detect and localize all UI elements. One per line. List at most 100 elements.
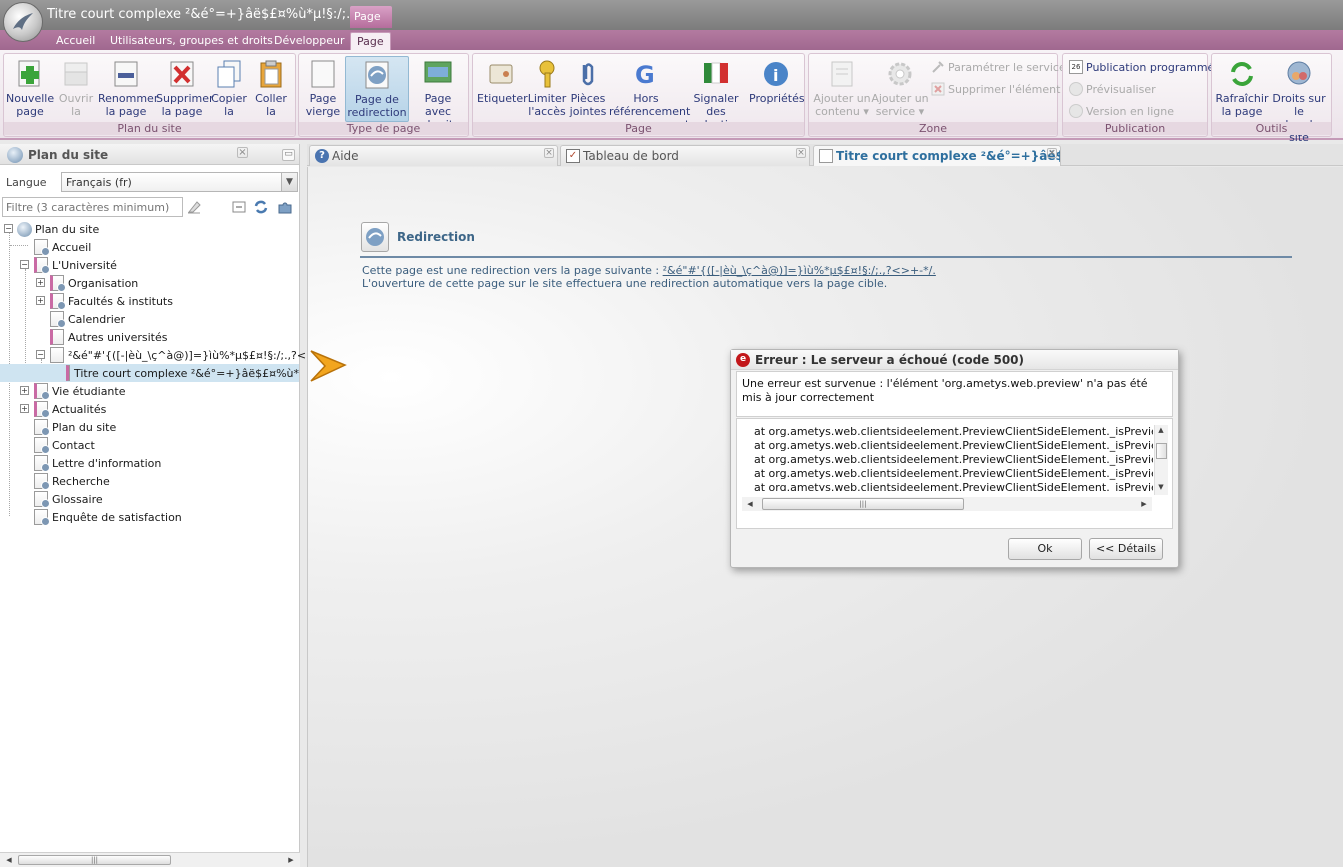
- tab-developpeur[interactable]: Développeur: [274, 32, 345, 50]
- ribbon-tabs: Accueil Utilisateurs, groupes et droits …: [0, 30, 1343, 50]
- online-version-button[interactable]: Version en ligne: [1069, 102, 1174, 120]
- delete-page-button[interactable]: Supprimer la page: [156, 56, 214, 122]
- tree-item-lettre[interactable]: Lettre d'information: [34, 454, 161, 472]
- sitemap-rights-button[interactable]: Droits sur leplan du site: [1269, 56, 1329, 144]
- expand-toggle[interactable]: +: [36, 296, 45, 305]
- tree-item-recherche[interactable]: Recherche: [34, 472, 110, 490]
- no-referencing-button[interactable]: G Hors référencement: [609, 56, 690, 122]
- group-label-plan: Plan du site: [4, 122, 295, 135]
- checkbox-icon: ✓: [566, 149, 580, 163]
- page-icon: [34, 437, 50, 454]
- refresh-page-button[interactable]: Rafraîchir la page: [1215, 56, 1269, 122]
- scroll-up-icon[interactable]: ▲: [1155, 426, 1167, 434]
- new-page-button[interactable]: Nouvelle page: [6, 56, 54, 122]
- tab-page[interactable]: Page: [350, 32, 391, 50]
- rename-page-icon: [112, 59, 140, 89]
- close-icon[interactable]: ×: [237, 147, 248, 158]
- tree-item-facultes[interactable]: + Facultés & instituts: [36, 292, 173, 310]
- tree-item-contact[interactable]: Contact: [34, 436, 95, 454]
- tree-item-root[interactable]: − Plan du site: [4, 220, 99, 238]
- tab-tableau-de-bord[interactable]: ✓ Tableau de bord ×: [560, 145, 810, 166]
- close-icon[interactable]: ×: [796, 148, 806, 158]
- tree-item-plan-du-site[interactable]: Plan du site: [34, 418, 116, 436]
- minimize-icon[interactable]: ▭: [282, 149, 295, 161]
- group-label-outils: Outils: [1212, 122, 1331, 135]
- eraser-icon[interactable]: [186, 199, 202, 215]
- ok-button[interactable]: Ok: [1008, 538, 1082, 560]
- tree-item-glossaire[interactable]: Glossaire: [34, 490, 103, 508]
- tree-item-universite[interactable]: − L'Université: [20, 256, 117, 274]
- svg-text:G: G: [635, 61, 655, 89]
- preview-button[interactable]: Prévisualiser: [1069, 80, 1156, 98]
- template-page-button[interactable]: Page avecgabarit ▾: [411, 56, 465, 131]
- tree-item-titre-court[interactable]: Titre court complexe ²&é°=+}âë$£¤%ù*µ!§:…: [0, 364, 299, 382]
- tree-item-autres-universites[interactable]: Autres universités: [50, 328, 167, 346]
- dialog-title: Erreur : Le serveur a échoué (code 500): [755, 353, 1025, 367]
- tree-item-organisation[interactable]: + Organisation: [36, 274, 138, 292]
- vertical-scrollbar[interactable]: ▲ ▼: [1154, 425, 1168, 495]
- scroll-thumb[interactable]: |||: [18, 855, 171, 865]
- redirect-page-button[interactable]: Page deredirection ▾: [345, 56, 409, 132]
- tag-button[interactable]: Etiqueter: [477, 56, 528, 122]
- scroll-down-icon[interactable]: ▼: [1155, 483, 1167, 491]
- refresh-icon[interactable]: [253, 199, 269, 215]
- paste-page-button[interactable]: Coller lapage ▾: [250, 56, 292, 131]
- app-logo[interactable]: [3, 2, 43, 42]
- redirect-target-link[interactable]: ²&é"#'{([-|èù_\ç^à@)]=}ìù%*µ$£¤!§:/;.,?<…: [663, 264, 936, 277]
- filter-input[interactable]: [2, 197, 183, 217]
- collapse-toggle[interactable]: −: [36, 350, 45, 359]
- horizontal-scrollbar[interactable]: ◀ ||| ▶: [742, 497, 1152, 511]
- tree-item-calendrier[interactable]: Calendrier: [50, 310, 125, 328]
- puzzle-icon[interactable]: [277, 199, 293, 215]
- scheduled-publication-button[interactable]: 26 Publication programmée: [1069, 58, 1221, 76]
- scroll-right-icon[interactable]: ▶: [285, 856, 297, 864]
- globe-icon: [1069, 104, 1083, 118]
- collapse-toggle[interactable]: −: [20, 260, 29, 269]
- horizontal-scrollbar[interactable]: ◀ ||| ▶: [0, 852, 300, 867]
- collapse-toggle[interactable]: −: [4, 224, 13, 233]
- stack-trace-box[interactable]: at org.ametys.web.clientsideelement.Prev…: [736, 418, 1173, 529]
- collapse-all-icon[interactable]: [231, 199, 247, 215]
- rename-page-button[interactable]: Renommer la page: [98, 56, 158, 122]
- tab-aide[interactable]: ? Aide ×: [309, 145, 558, 166]
- tab-accueil[interactable]: Accueil: [56, 32, 95, 50]
- add-content-button[interactable]: Ajouter un contenu ▾: [813, 56, 871, 122]
- scroll-left-icon[interactable]: ◀: [744, 500, 756, 508]
- tab-titre-court[interactable]: Titre court complexe ²&é°=+}âë$£¤ ×: [813, 145, 1061, 166]
- configure-service-button[interactable]: Paramétrer le service: [931, 58, 1066, 76]
- add-service-button[interactable]: Ajouter un service ▾: [871, 56, 929, 122]
- scroll-left-icon[interactable]: ◀: [3, 856, 15, 864]
- page-icon: [50, 293, 66, 310]
- expand-toggle[interactable]: +: [36, 278, 45, 287]
- tree-item-accueil[interactable]: Accueil: [34, 238, 91, 256]
- properties-button[interactable]: i Propriétés: [749, 56, 805, 122]
- tree-item-enquete[interactable]: Enquête de satisfaction: [34, 508, 182, 526]
- tree-line: [10, 245, 28, 246]
- divider: [360, 256, 1292, 258]
- google-icon: G: [632, 59, 660, 89]
- tab-utilisateurs[interactable]: Utilisateurs, groupes et droits: [110, 32, 273, 50]
- scroll-thumb[interactable]: [1156, 443, 1167, 459]
- translations-button[interactable]: Signaler destraductions: [685, 56, 747, 131]
- scroll-right-icon[interactable]: ▶: [1138, 500, 1150, 508]
- copy-page-button[interactable]: Copierla page: [209, 56, 249, 131]
- open-page-button[interactable]: Ouvrirla page: [56, 56, 96, 131]
- attachments-button[interactable]: Pièces jointes: [569, 56, 607, 122]
- scroll-thumb[interactable]: |||: [762, 498, 964, 510]
- blank-page-button[interactable]: Page vierge: [303, 56, 343, 122]
- expand-toggle[interactable]: +: [20, 404, 29, 413]
- error-message: Une erreur est survenue : l'élément 'org…: [736, 371, 1173, 417]
- chevron-down-icon[interactable]: ▼: [281, 173, 297, 191]
- paperclip-icon: [574, 59, 602, 89]
- restrict-access-button[interactable]: Limiter l'accès: [527, 56, 567, 122]
- close-icon[interactable]: ×: [1047, 148, 1057, 158]
- close-icon[interactable]: ×: [544, 148, 554, 158]
- paste-page-icon: [257, 59, 285, 89]
- language-select[interactable]: Français (fr) ▼: [61, 172, 298, 192]
- tree-item-actualites[interactable]: + Actualités: [20, 400, 106, 418]
- tree-item-special-chars[interactable]: − ²&é"#'{([-|èù_\ç^à@)]=}ìù%*µ$£¤!§:/;.,…: [36, 346, 341, 364]
- details-button[interactable]: << Détails: [1089, 538, 1163, 560]
- delete-element-button[interactable]: Supprimer l'élément: [931, 80, 1060, 98]
- expand-toggle[interactable]: +: [20, 386, 29, 395]
- tree-item-vie-etudiante[interactable]: + Vie étudiante: [20, 382, 126, 400]
